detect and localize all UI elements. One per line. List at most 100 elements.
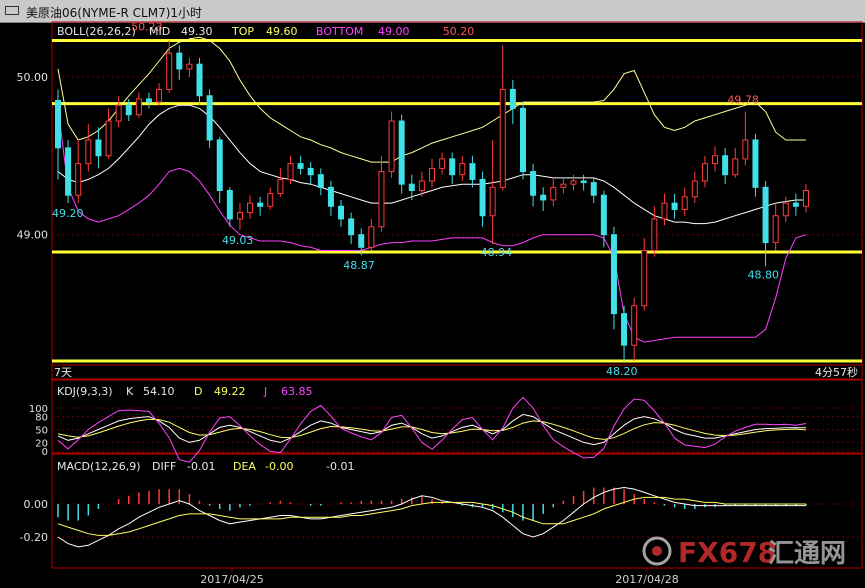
j-value: 63.85: [281, 385, 313, 398]
candle-body: [509, 88, 516, 109]
candle-body: [661, 202, 668, 220]
candle-body: [712, 155, 719, 165]
candle-body: [803, 189, 809, 207]
kdj-tick-label: 0: [42, 447, 48, 458]
candle-body: [206, 95, 213, 141]
candle-body: [772, 215, 779, 244]
candle-body: [55, 99, 61, 149]
candle-body: [115, 104, 122, 122]
candle-body: [641, 249, 648, 307]
candle-body: [762, 186, 769, 244]
candle-body: [631, 305, 638, 346]
x-tick-label: 2017/04/25: [200, 573, 263, 586]
candle-body: [145, 98, 152, 103]
candle-body: [226, 189, 233, 220]
x-axis-labels: 2017/04/25 2017/04/28: [200, 568, 679, 586]
price-tick-label: 50.00: [17, 71, 49, 84]
candle-body: [287, 163, 294, 180]
candle-body: [752, 139, 759, 188]
price-annotation: 50.20: [443, 25, 475, 38]
candle-body: [186, 63, 193, 70]
dea-label: DEA: [233, 460, 256, 473]
watermark-cn: 汇通网: [768, 539, 846, 569]
candle-body: [348, 218, 355, 236]
candle-body: [388, 120, 395, 173]
d-label: D: [194, 385, 202, 398]
candle-body: [732, 158, 739, 176]
price-annotation: 49.03: [222, 234, 254, 247]
watermark-logo-dot-icon: [652, 546, 662, 556]
candle-body: [267, 193, 274, 207]
macd-value: -0.01: [326, 460, 354, 473]
bottom-value: 49.00: [378, 25, 410, 38]
candle-body: [600, 194, 607, 236]
price-annotation: 48.94: [481, 246, 513, 259]
candle-body: [277, 178, 284, 195]
candle-body: [216, 139, 223, 191]
candle-body: [671, 202, 678, 210]
candle-body: [327, 186, 334, 207]
candle-body: [418, 180, 425, 191]
chart-svg: 50.23 50.2049.7849.2049.0348.8748.9448.80…: [17, 21, 863, 586]
candle-body: [681, 196, 688, 210]
candle-body: [499, 88, 506, 188]
candle-body: [75, 163, 82, 196]
price-annotation: 48.20: [606, 365, 638, 378]
candle-body: [479, 178, 486, 217]
macd-label: MACD(12,26,9): [57, 460, 141, 473]
candle-body: [156, 88, 163, 103]
k-value: 54.10: [143, 385, 175, 398]
k-label: K: [126, 385, 134, 398]
candle-body: [691, 180, 698, 198]
candle-body: [742, 139, 749, 160]
candle-body: [489, 186, 496, 217]
price-tick-label: 49.00: [17, 229, 49, 242]
candle-body: [317, 174, 324, 188]
candle-body: [257, 202, 264, 207]
watermark: FX678 汇通网: [642, 536, 846, 569]
candle-body: [722, 155, 729, 176]
candlesticks: [55, 40, 809, 361]
candle-body: [792, 202, 799, 207]
bottom-label: BOTTOM: [316, 25, 363, 38]
candle-body: [570, 180, 577, 185]
candle-body: [519, 107, 526, 173]
price-annotation: 49.78: [727, 94, 759, 107]
candle-body: [368, 226, 375, 248]
chart-window: 美原油06(NYME-R CLM7)1小时 50.23 50.20 49.78 49.…: [0, 0, 865, 588]
candle-body: [540, 194, 547, 201]
candle-body: [236, 212, 243, 220]
candle-body: [135, 98, 142, 116]
price-annotations: 50.23 50.2049.7849.2049.0348.8748.9448.80…: [52, 21, 779, 379]
mid-value: 49.30: [181, 25, 213, 38]
candle-body: [580, 180, 587, 184]
price-annotation: 48.87: [343, 259, 375, 272]
candle-body: [560, 183, 567, 188]
countdown-label: 4分57秒: [815, 365, 858, 379]
candle-body: [85, 139, 92, 165]
kdj-tick-label: 80: [35, 413, 48, 424]
boll-label: BOLL(26,26,2): [57, 25, 136, 38]
candle-body: [530, 171, 537, 196]
candle-body: [590, 182, 597, 196]
kdj-label: KDJ(9,3,3): [57, 385, 113, 398]
price-annotation: 48.80: [748, 268, 780, 281]
d-value: 49.22: [214, 385, 246, 398]
candle-body: [429, 167, 435, 182]
price-panel-frame: [51, 21, 863, 380]
x-tick-label: 2017/04/28: [615, 573, 678, 586]
kdj-tick-label: 50: [35, 426, 48, 437]
dea-value: -0.00: [265, 460, 293, 473]
candle-body: [297, 163, 304, 169]
candle-body: [439, 158, 446, 169]
candle-body: [621, 313, 628, 346]
price-annotation: 49.20: [52, 207, 84, 220]
diff-label: DIFF: [152, 460, 176, 473]
candle-body: [550, 186, 557, 201]
key-level-lines: [52, 39, 862, 363]
candle-body: [307, 167, 314, 176]
candle-body: [701, 163, 708, 182]
candle-body: [651, 218, 658, 251]
candle-body: [398, 120, 405, 185]
watermark-text: FX678: [678, 536, 777, 569]
